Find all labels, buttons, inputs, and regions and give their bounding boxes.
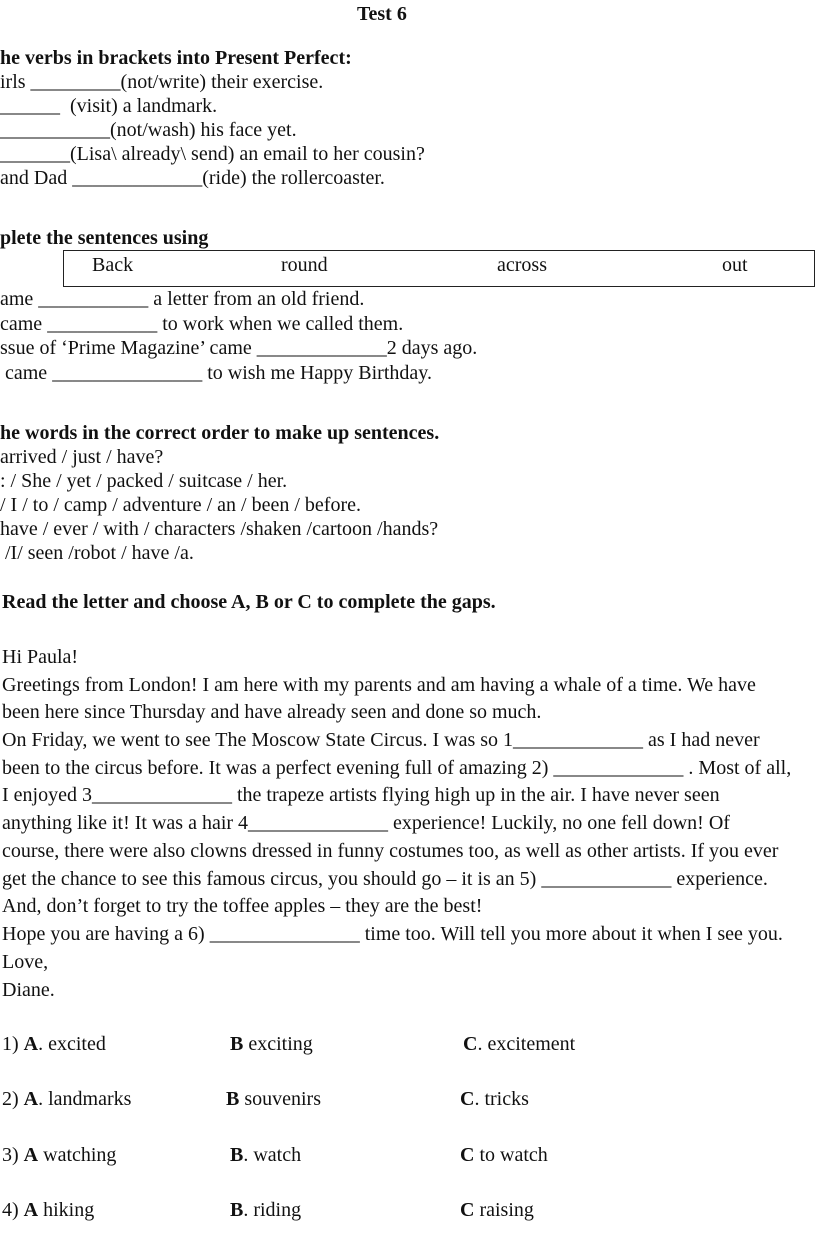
question-number: 3) [2, 1144, 24, 1166]
section2-heading: plete the sentences using [0, 227, 209, 249]
letter-line: Diane. [2, 979, 55, 1001]
option-letter: C [460, 1088, 475, 1110]
exercise-line: irls _________(not/write) their exercise… [0, 71, 324, 93]
option-c: C. excitement [463, 1032, 575, 1056]
option-text: . excitement [477, 1033, 576, 1055]
exercise-line: : / She / yet / packed / suitcase / her. [0, 470, 288, 492]
letter-line: Hi Paula! [2, 646, 79, 668]
letter-line: I enjoyed 3______________ the trapeze ar… [2, 784, 720, 806]
word-out: out [722, 254, 748, 276]
exercise-line: and Dad _____________(ride) the rollerco… [0, 167, 385, 189]
exercise-line: / I / to / camp / adventure / an / been … [0, 494, 361, 516]
option-letter: C [463, 1033, 478, 1055]
option-b: B souvenirs [226, 1087, 321, 1111]
option-letter: B [230, 1144, 244, 1166]
exercise-line: arrived / just / have? [0, 446, 164, 468]
exercise-line: have / ever / with / characters /shaken … [0, 518, 439, 540]
option-letter: A [23, 1033, 39, 1055]
question-number: 2) [2, 1088, 24, 1110]
option-text: . excited [38, 1033, 106, 1055]
option-text: . landmarks [38, 1088, 132, 1110]
option-letter: A [23, 1199, 39, 1221]
option-letter: B [230, 1033, 244, 1055]
option-row-number: 1) A. excited [2, 1032, 106, 1056]
option-letter: B [226, 1088, 240, 1110]
option-letter: A [23, 1144, 39, 1166]
option-text: . riding [243, 1199, 302, 1221]
letter-line: Greetings from London! I am here with my… [2, 674, 756, 696]
option-text: to watch [474, 1144, 548, 1166]
option-text: exciting [243, 1033, 313, 1055]
option-c: C raising [460, 1198, 534, 1222]
exercise-line: ___________(not/wash) his face yet. [0, 119, 297, 141]
letter-line: get the chance to see this famous circus… [2, 868, 768, 890]
exercise-line: came _______________ to wish me Happy Bi… [0, 362, 432, 384]
option-text: . watch [243, 1144, 302, 1166]
section3-heading: he words in the correct order to make up… [0, 422, 440, 444]
option-letter: C [460, 1144, 475, 1166]
exercise-line: came ___________ to work when we called … [0, 313, 404, 335]
option-text: raising [474, 1199, 534, 1221]
option-letter: A [23, 1088, 39, 1110]
option-row-number: 3) A watching [2, 1143, 116, 1167]
word-back: Back [92, 254, 134, 276]
question-number: 1) [2, 1033, 24, 1055]
option-row-number: 4) A hiking [2, 1198, 94, 1222]
question-number: 4) [2, 1199, 24, 1221]
letter-line: And, don’t forget to try the toffee appl… [2, 895, 483, 917]
option-c: C to watch [460, 1143, 548, 1167]
letter-line: Hope you are having a 6) _______________… [2, 923, 783, 945]
exercise-line: ame ___________ a letter from an old fri… [0, 288, 365, 310]
option-b: B. riding [230, 1198, 301, 1222]
page-title: Test 6 [357, 3, 407, 25]
option-c: C. tricks [460, 1087, 529, 1111]
option-text: . tricks [474, 1088, 529, 1110]
option-b: B exciting [230, 1032, 313, 1056]
word-round: round [281, 254, 328, 276]
section1-heading: he verbs in brackets into Present Perfec… [0, 47, 352, 69]
option-text: souvenirs [239, 1088, 322, 1110]
letter-line: On Friday, we went to see The Moscow Sta… [2, 729, 760, 751]
exercise-line: ______ (visit) a landmark. [0, 95, 218, 117]
section4-heading: Read the letter and choose A, B or C to … [2, 591, 496, 613]
option-letter: B [230, 1199, 244, 1221]
letter-line: anything like it! It was a hair 4_______… [2, 812, 730, 834]
letter-line: been to the circus before. It was a perf… [2, 757, 792, 779]
exercise-line: ssue of ‘Prime Magazine’ came __________… [0, 337, 478, 359]
option-row-number: 2) A. landmarks [2, 1087, 131, 1111]
word-box: Back round across out [63, 250, 815, 287]
option-text: watching [38, 1144, 117, 1166]
exercise-line: _______(Lisa\ already\ send) an email to… [0, 143, 425, 165]
word-across: across [497, 254, 547, 276]
letter-line: been here since Thursday and have alread… [2, 701, 542, 723]
option-text: hiking [38, 1199, 95, 1221]
letter-line: Love, [2, 951, 49, 973]
option-b: B. watch [230, 1143, 301, 1167]
letter-line: course, there were also clowns dressed i… [2, 840, 779, 862]
option-letter: C [460, 1199, 475, 1221]
exercise-line: /I/ seen /robot / have /a. [0, 542, 194, 564]
